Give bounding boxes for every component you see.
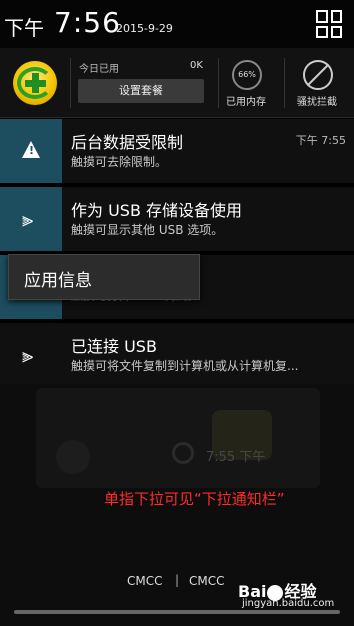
notification-subtitle: 触摸可去除限制。 xyxy=(71,155,168,169)
toolbar-divider xyxy=(284,58,285,108)
grid-cell xyxy=(330,10,342,23)
security-app-logo-icon[interactable] xyxy=(13,61,57,105)
toolbar-divider xyxy=(70,58,71,108)
clock-weather-widget: 7:55 下午 xyxy=(36,388,320,488)
divider xyxy=(0,183,354,185)
status-ampm: 下午 xyxy=(4,16,44,40)
notification-subtitle: 触摸可显示其他 USB 选项。 xyxy=(71,223,224,237)
refresh-icon xyxy=(172,442,194,464)
data-usage-value: 0K xyxy=(190,60,203,71)
usb-icon: ⫸ xyxy=(22,343,34,367)
memory-usage-ring[interactable]: 66% xyxy=(232,60,262,90)
notification-item[interactable]: 后台数据受限制 触摸可去除限制。 下午 7:55 xyxy=(0,119,354,183)
grid-cell xyxy=(316,25,328,38)
status-date: 2015-9-29 xyxy=(116,22,173,35)
carrier-right: CMCC xyxy=(189,574,225,588)
notification-title: 后台数据受限制 xyxy=(71,133,184,152)
notification-icon-box: ⫸ xyxy=(0,323,62,387)
toolbar-divider xyxy=(218,58,219,108)
widget-time-text: 7:55 下午 xyxy=(206,450,266,465)
divider xyxy=(0,319,354,321)
security-toolbar: 今日已用 0K 设置套餐 66% 已用内存 骚扰拦截 xyxy=(0,48,354,118)
warning-icon xyxy=(22,141,40,158)
notification-item[interactable]: ⫸ 已连接 USB 触摸可将文件复制到计算机或从计算机复... xyxy=(0,323,354,387)
carrier-separator: | xyxy=(175,573,180,587)
set-plan-button[interactable]: 设置套餐 xyxy=(78,79,204,103)
divider xyxy=(0,251,354,253)
notification-icon-box: ⫸ xyxy=(0,187,62,251)
notification-title: 已连接 USB xyxy=(71,337,157,356)
notification-shade-drag-handle[interactable] xyxy=(14,610,340,614)
notification-title: 作为 USB 存储设备使用 xyxy=(71,201,243,220)
quick-settings-grid-icon[interactable] xyxy=(316,10,342,38)
tutorial-caption: 单指下拉可见“下拉通知栏” xyxy=(104,490,285,508)
notification-context-menu: 应用信息 xyxy=(8,254,200,300)
watermark-url: jingyan.baidu.com xyxy=(242,598,335,609)
carrier-left: CMCC xyxy=(127,574,163,588)
data-usage-label: 今日已用 xyxy=(79,64,119,75)
grid-cell xyxy=(316,10,328,23)
notification-subtitle: 触摸可将文件复制到计算机或从计算机复... xyxy=(71,359,299,373)
harassment-block-label: 骚扰拦截 xyxy=(297,97,337,108)
memory-usage-label: 已用内存 xyxy=(226,97,266,108)
notification-icon-box xyxy=(0,119,62,183)
no-entry-icon[interactable] xyxy=(303,60,333,90)
notification-time: 下午 7:55 xyxy=(295,134,346,147)
widget-disk-icon xyxy=(56,440,90,474)
grid-cell xyxy=(330,25,342,38)
notification-item[interactable]: ⫸ 作为 USB 存储设备使用 触摸可显示其他 USB 选项。 xyxy=(0,187,354,251)
logo-plus xyxy=(25,80,46,87)
usb-icon: ⫸ xyxy=(22,207,34,231)
status-bar: 下午 7:56 2015-9-29 xyxy=(0,0,354,48)
app-info-menu-item[interactable]: 应用信息 xyxy=(24,266,92,291)
status-time: 7:56 xyxy=(54,6,121,39)
